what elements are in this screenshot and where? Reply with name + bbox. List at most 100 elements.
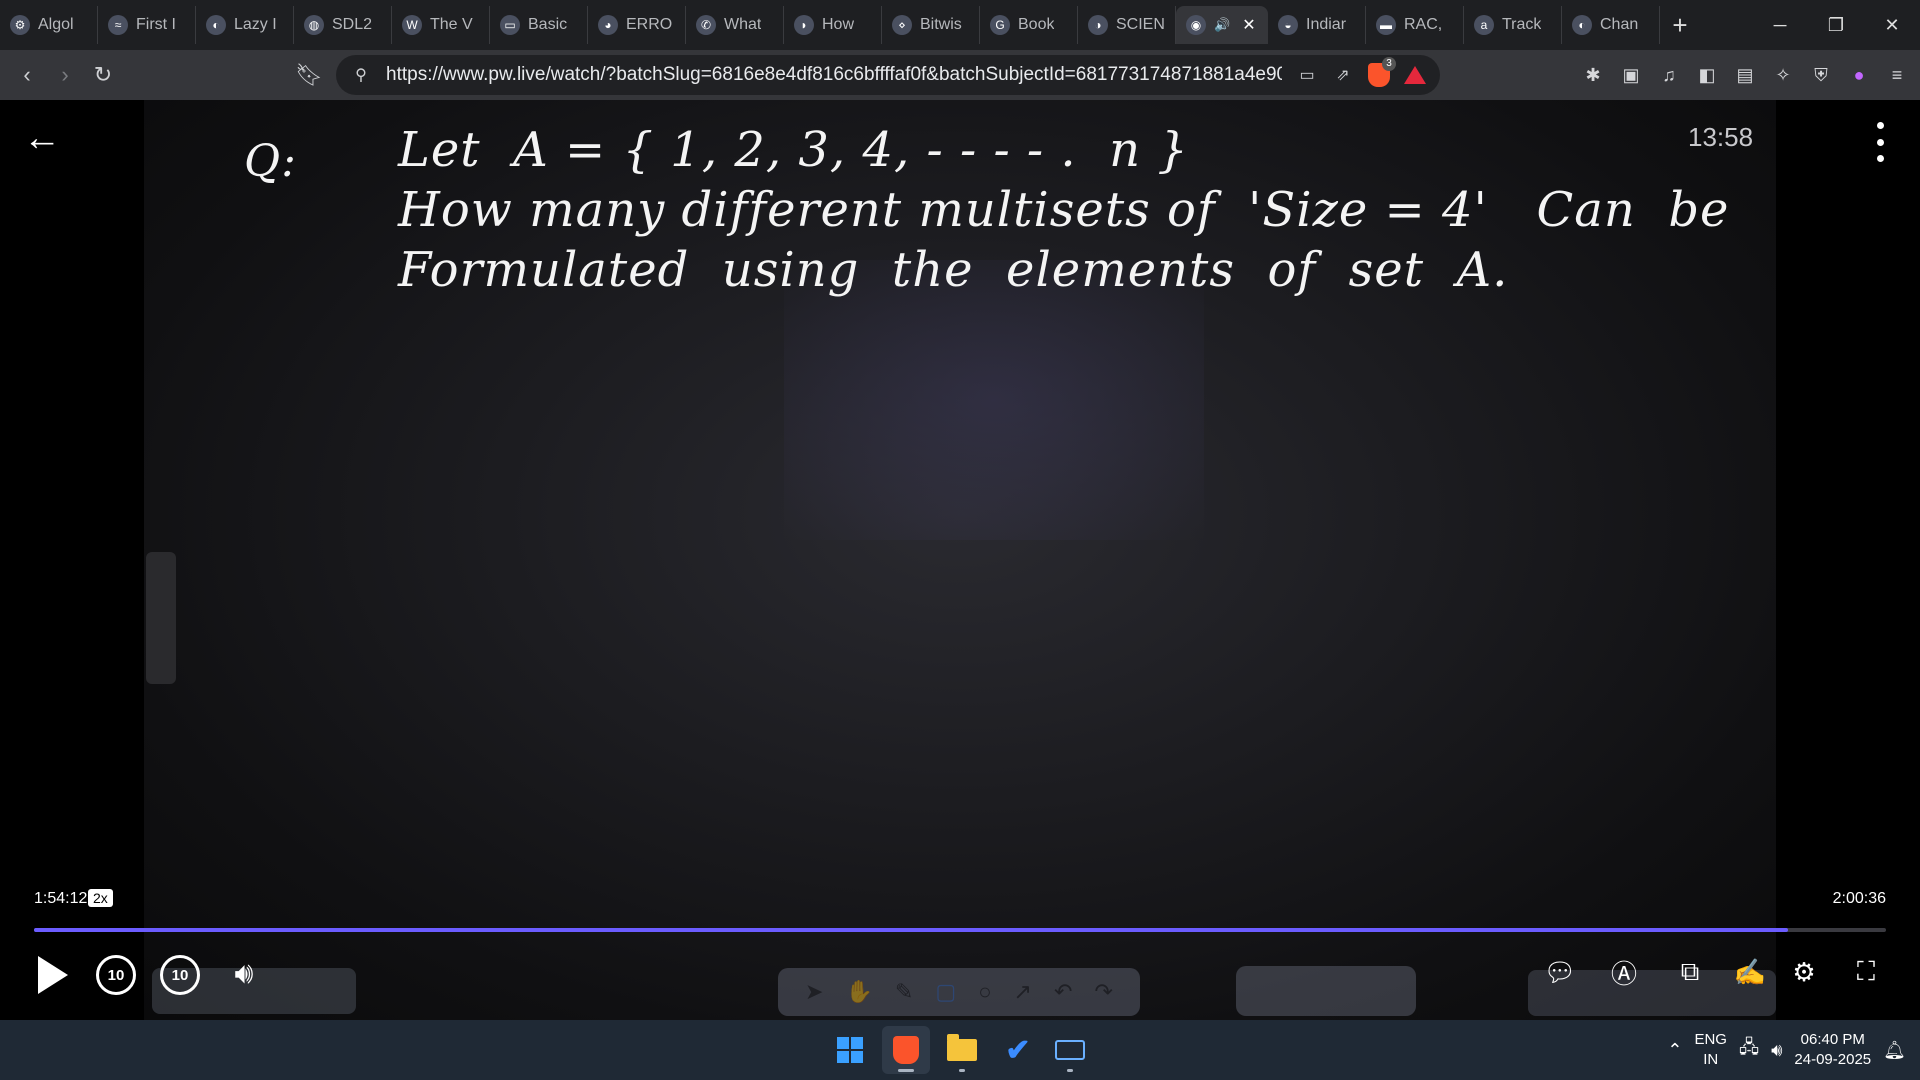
menu-icon[interactable]: ≡ <box>1882 60 1912 90</box>
playback-speed-badge[interactable]: 2x <box>88 889 113 907</box>
language-indicator[interactable]: ENG IN <box>1694 1030 1727 1070</box>
browser-tab[interactable]: ⚙ Algol <box>0 6 98 44</box>
tab-audio-icon[interactable]: 🔊 <box>1214 17 1230 33</box>
taskbar-todo[interactable]: ✔ <box>994 1026 1042 1074</box>
picture-in-picture-icon[interactable]: ⧉ <box>1670 952 1710 992</box>
browser-toolbar: ‹ › ↻ 🔖︎ ⚲ https://www.pw.live/watch/?ba… <box>0 50 1920 100</box>
tab-favicon-icon: ▬ <box>1376 15 1396 35</box>
browser-tab[interactable]: ▬ RAC, <box>1366 6 1464 44</box>
side-panel-handle[interactable] <box>146 552 176 684</box>
leo-ai-icon[interactable]: ✧ <box>1768 60 1798 90</box>
start-button[interactable] <box>826 1026 874 1074</box>
browser-tab[interactable]: ⋄ Bitwis <box>882 6 980 44</box>
translate-icon[interactable]: Ⓐ <box>1604 952 1644 992</box>
browser-tab[interactable]: ◐ Lazy I <box>196 6 294 44</box>
total-duration: 2:00:36 <box>1832 890 1886 907</box>
extensions-icon[interactable]: ✱ <box>1578 60 1608 90</box>
browser-tab[interactable]: a Track <box>1464 6 1562 44</box>
cursor-icon: ➤ <box>805 979 824 1004</box>
browser-tab[interactable]: ▭ Basic <box>490 6 588 44</box>
tab-label: Book <box>1018 16 1055 33</box>
brave-rewards-icon[interactable] <box>1404 66 1426 84</box>
settings-gear-icon[interactable]: ⚙ <box>1784 952 1824 992</box>
question-label: Q: <box>244 136 297 187</box>
circle-icon: ○ <box>978 979 992 1004</box>
forward-10-button[interactable]: 10 <box>160 955 200 995</box>
tab-favicon-icon: ◍ <box>304 15 324 35</box>
brave-shields-icon[interactable]: 3 <box>1368 57 1396 87</box>
minimize-button[interactable]: ─ <box>1752 0 1808 50</box>
browser-tab[interactable]: ◑ SCIEN <box>1078 6 1176 44</box>
checkmark-icon: ✔ <box>1005 1033 1031 1067</box>
close-window-button[interactable]: ✕ <box>1864 0 1920 50</box>
faded-toolbar-middle <box>1236 966 1416 1016</box>
profile-icon[interactable]: ● <box>1844 60 1874 90</box>
shields-count-badge: 3 <box>1382 57 1396 71</box>
wallet-icon[interactable]: ▤ <box>1730 60 1760 90</box>
tab-favicon-icon: ◐ <box>206 15 226 35</box>
tab-favicon-icon: a <box>1474 15 1494 35</box>
rewind-10-button[interactable]: 10 <box>96 955 136 995</box>
browser-tab[interactable]: ✆ What <box>686 6 784 44</box>
tab-favicon-icon: ◑ <box>1088 15 1108 35</box>
media-icon[interactable]: ♫ <box>1654 60 1684 90</box>
bookmark-icon[interactable]: 🔖︎ <box>290 56 328 94</box>
chat-icon[interactable]: 💬︎ <box>1540 952 1580 992</box>
brave-icon <box>893 1036 919 1064</box>
new-tab-button[interactable]: + <box>1660 6 1700 44</box>
browser-tab[interactable]: W The V <box>392 6 490 44</box>
tab-favicon-icon: ▭ <box>500 15 520 35</box>
forward-button[interactable]: › <box>46 56 84 94</box>
tab-favicon-icon: ✆ <box>696 15 716 35</box>
taskbar-file-explorer[interactable] <box>938 1026 986 1074</box>
cast-icon[interactable]: ▭ <box>1296 64 1318 86</box>
taskbar-brave[interactable] <box>882 1026 930 1074</box>
browser-tab[interactable]: G Book <box>980 6 1078 44</box>
browser-tab[interactable]: ◗ How <box>784 6 882 44</box>
progress-bar[interactable] <box>34 928 1886 932</box>
tab-label: SDL2 <box>332 16 373 33</box>
reader-icon[interactable]: ▣ <box>1616 60 1646 90</box>
undo-icon: ↶ <box>1054 979 1073 1004</box>
browser-tab[interactable]: ◐ Chan <box>1562 6 1660 44</box>
site-settings-icon[interactable]: ⚲ <box>350 64 372 86</box>
browser-tab[interactable]: ≈ First I <box>98 6 196 44</box>
url-text[interactable]: https://www.pw.live/watch/?batchSlug=681… <box>386 64 1282 86</box>
speaker-icon[interactable]: 🔊︎ <box>1771 1040 1782 1061</box>
browser-tab[interactable]: ◒ Indiar <box>1268 6 1366 44</box>
fullscreen-icon[interactable]: ⛶ <box>1846 952 1886 992</box>
restore-button[interactable]: ❐ <box>1808 0 1864 50</box>
tab-label: Basic <box>528 16 568 33</box>
chevron-up-icon[interactable]: ⌃ <box>1667 1040 1682 1061</box>
more-options-icon[interactable] <box>1870 122 1890 162</box>
network-icon[interactable]: 🖧︎ <box>1739 1035 1759 1065</box>
notes-icon[interactable]: ✍ <box>1730 952 1770 992</box>
back-button[interactable]: ‹ <box>8 56 46 94</box>
play-button[interactable] <box>30 952 76 998</box>
question-line-1: Let A = { 1, 2, 3, 4, - - - - . n } <box>398 122 1189 178</box>
video-clock: 13:58 <box>1688 122 1754 152</box>
video-player[interactable]: Q: Let A = { 1, 2, 3, 4, - - - - . n } H… <box>0 100 1920 1020</box>
tab-label: Track <box>1502 16 1542 33</box>
tab-label: RAC, <box>1404 16 1443 33</box>
share-icon[interactable]: ⇗ <box>1332 64 1354 86</box>
volume-icon[interactable]: 🔊︎ <box>222 954 266 994</box>
progress-fill <box>34 928 1788 932</box>
tab-list: ⚙ Algol ≈ First I ◐ Lazy I ◍ SDL2 W The V ▭ Basic ◕ E… <box>0 0 1660 50</box>
notification-bell-icon[interactable]: 🔔︎ <box>1883 1040 1906 1061</box>
tab-favicon-icon: ◐ <box>1572 15 1592 35</box>
back-arrow-icon[interactable]: ← <box>22 117 62 159</box>
tab-close-icon[interactable]: ✕ <box>1242 15 1255 35</box>
address-bar[interactable]: ⚲ https://www.pw.live/watch/?batchSlug=6… <box>336 55 1440 95</box>
windows-logo-icon <box>837 1037 863 1063</box>
browser-tab[interactable]: ◕ ERRO <box>588 6 686 44</box>
browser-tab[interactable]: ◍ SDL2 <box>294 6 392 44</box>
vpn-icon[interactable]: ⛨ <box>1806 60 1836 90</box>
tab-label: ERRO <box>626 16 673 33</box>
system-clock[interactable]: 06:40 PM 24-09-2025 <box>1794 1030 1871 1070</box>
sidebar-icon[interactable]: ◧ <box>1692 60 1722 90</box>
browser-tab-active[interactable]: ◉ 🔊 ✕ <box>1176 6 1268 44</box>
question-line-3: Formulated using the elements of set A. <box>398 242 1509 298</box>
reload-button[interactable]: ↻ <box>84 56 122 94</box>
taskbar-keyboard[interactable] <box>1046 1026 1094 1074</box>
